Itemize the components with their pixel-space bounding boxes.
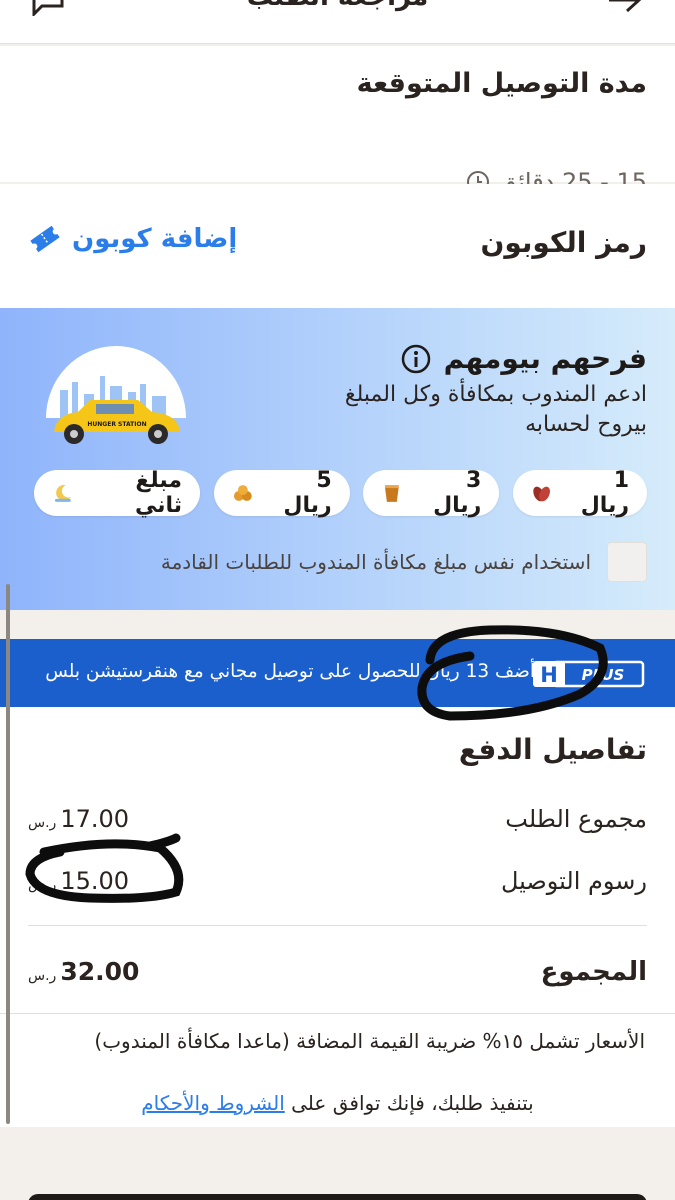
- total-label: المجموع: [540, 957, 647, 987]
- coupon-heading: رمز الكوبون: [480, 226, 647, 259]
- terms-line: بتنفيذ طلبك، فإنك توافق على الشروط والأح…: [0, 1091, 675, 1115]
- total-row: المجموع ر.س 32.00: [28, 957, 647, 997]
- tip-chip-other[interactable]: مبلغ ثاني: [34, 468, 201, 518]
- delivery-time-heading: مدة التوصيل المتوقعة: [356, 68, 647, 99]
- plus-badge-word: PLUS: [582, 666, 625, 684]
- payment-details-section: تفاصيل الدفع مجموع الطلب ر.س 17.00 رسوم …: [0, 707, 675, 1127]
- page-title: مراجعة الطلب: [0, 0, 675, 12]
- tip-chip-5-label: 5 ريال: [283, 468, 332, 518]
- pastry-icon: [233, 485, 252, 501]
- rider-tip-section: فرحهم بيومهم ادعم المندوب بمكافأة وكل ال…: [0, 308, 675, 610]
- subtotal-value: 17.00: [60, 805, 130, 833]
- reuse-tip-checkbox[interactable]: [607, 542, 647, 582]
- currency-label: ر.س: [28, 877, 57, 893]
- divider: [28, 925, 647, 926]
- delivery-fee-amount: ر.س 15.00: [28, 867, 129, 895]
- plus-badge-letter: H: [540, 663, 558, 687]
- tip-chip-3-label: 3 ريال: [433, 468, 482, 518]
- subtotal-amount: ر.س 17.00: [28, 805, 129, 833]
- terms-link[interactable]: الشروط والأحكام: [141, 1091, 285, 1115]
- delivery-fee-row: رسوم التوصيل ر.س 15.00: [28, 867, 647, 907]
- delivery-fee-value: 15.00: [60, 867, 130, 895]
- illustration-brand-text: HUNGER STATION: [87, 421, 146, 428]
- reuse-tip-row: استخدام نفس مبلغ مكافأة المندوب للطلبات …: [161, 542, 647, 582]
- delivery-car-illustration: HUNGER STATION: [46, 346, 186, 444]
- total-value: 32.00: [60, 957, 140, 986]
- tip-chip-1[interactable]: 1 ريال: [513, 468, 647, 518]
- subtotal-label: مجموع الطلب: [505, 805, 647, 833]
- scrollbar[interactable]: [6, 584, 10, 1124]
- tip-description-line-1: ادعم المندوب بمكافأة وكل المبلغ: [344, 382, 647, 407]
- ticket-icon: [30, 225, 60, 253]
- reuse-tip-label: استخدام نفس مبلغ مكافأة المندوب للطلبات …: [160, 550, 591, 574]
- payment-heading: تفاصيل الدفع: [458, 733, 647, 766]
- tip-amount-chips: 1 ريال 3 ريال 5 ريال مبلغ ثاني: [34, 468, 647, 518]
- terms-prefix: بتنفيذ طلبك، فإنك توافق على: [284, 1091, 534, 1115]
- tip-heading: فرحهم بيومهم: [443, 342, 647, 375]
- add-coupon-label: إضافة كوبون: [72, 224, 238, 254]
- plus-promo-banner[interactable]: H PLUS أضف 13 ريال للحصول على توصيل مجان…: [0, 639, 675, 707]
- crescent-icon: [54, 484, 71, 502]
- currency-label: ر.س: [28, 815, 57, 831]
- top-bar: مراجعة الطلب: [0, 0, 675, 44]
- info-icon[interactable]: [400, 343, 432, 375]
- tea-cup-icon: [385, 485, 400, 502]
- divider: [0, 1013, 675, 1014]
- plus-banner-text: أضف 13 ريال للحصول على توصيل مجاني مع هن…: [45, 661, 535, 682]
- vat-note: الأسعار تشمل ١٥% ضريبة القيمة المضافة (م…: [94, 1029, 645, 1053]
- tip-chip-other-label: مبلغ ثاني: [134, 468, 183, 518]
- tip-chip-3[interactable]: 3 ريال: [363, 468, 500, 518]
- tip-description: ادعم المندوب بمكافأة وكل المبلغ بيروح لح…: [317, 380, 647, 440]
- dates-icon: [533, 486, 550, 502]
- delivery-fee-label: رسوم التوصيل: [500, 867, 647, 895]
- tip-chip-1-label: 1 ريال: [580, 468, 629, 518]
- delivery-time-section: مدة التوصيل المتوقعة 15 - 25 دقائق: [0, 46, 675, 196]
- tip-description-line-2: بيروح لحسابه: [525, 412, 647, 437]
- currency-label: ر.س: [28, 968, 57, 984]
- coupon-section: رمز الكوبون إضافة كوبون: [0, 184, 675, 308]
- hunger-plus-logo-icon: H PLUS: [533, 660, 645, 688]
- total-amount: ر.س 32.00: [28, 957, 139, 986]
- tip-heading-row: فرحهم بيومهم: [400, 342, 647, 375]
- back-arrow-icon[interactable]: [605, 0, 645, 16]
- subtotal-row: مجموع الطلب ر.س 17.00: [28, 805, 647, 845]
- tip-chip-5[interactable]: 5 ريال: [213, 468, 350, 518]
- add-coupon-button[interactable]: إضافة كوبون: [28, 224, 237, 254]
- bottom-action-bar[interactable]: [28, 1194, 647, 1200]
